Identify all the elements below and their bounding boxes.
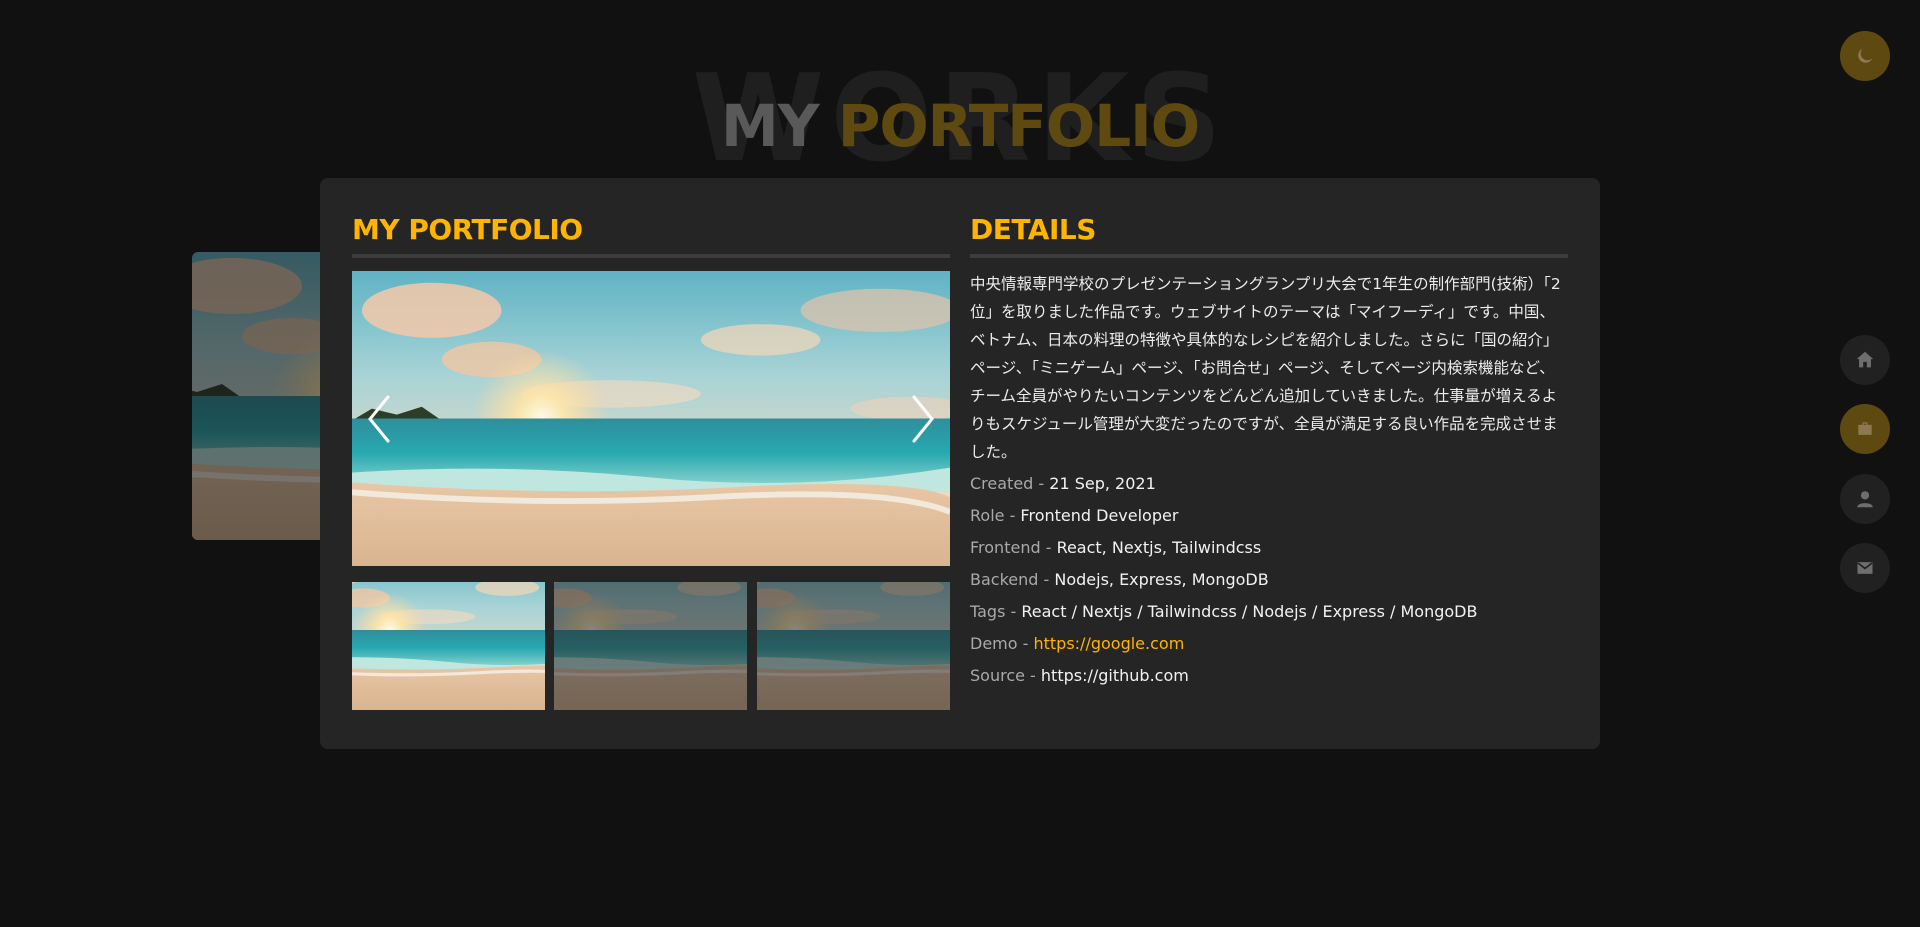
detail-label: Created - [970, 474, 1050, 493]
page-title-portfolio: PORTFOLIO [837, 92, 1200, 160]
slider-thumbnail-1[interactable] [352, 582, 545, 710]
thumbnail-image [554, 582, 747, 710]
right-title-divider [970, 254, 1568, 258]
portfolio-modal: MY PORTFOLIO DETAILS 中央情報専門学校のプレゼンテーショング… [320, 178, 1600, 749]
demo-link[interactable]: https://google.com [1033, 634, 1184, 653]
beach-photo [352, 271, 950, 566]
detail-value: Nodejs, Express, MongoDB [1054, 570, 1269, 589]
nav-portfolio-button[interactable] [1840, 404, 1890, 454]
mail-icon [1857, 562, 1873, 574]
theme-toggle-button[interactable] [1840, 31, 1890, 81]
home-icon [1856, 351, 1874, 368]
chevron-left-icon [368, 395, 390, 443]
nav-contact-button[interactable] [1840, 543, 1890, 593]
detail-backend: Backend - Nodejs, Express, MongoDB [970, 564, 1570, 596]
section-header: WORKS MY PORTFOLIO [0, 60, 1920, 180]
slider-thumbnail-3[interactable] [757, 582, 950, 710]
detail-tags: Tags - React / Nextjs / Tailwindcss / No… [970, 596, 1570, 628]
slider-prev-button[interactable] [360, 389, 400, 449]
previous-slide-image [192, 252, 332, 540]
modal-left-title: MY PORTFOLIO [352, 213, 583, 246]
detail-label: Role - [970, 506, 1021, 525]
source-link[interactable]: https://github.com [1041, 666, 1189, 685]
nav-home-button[interactable] [1840, 335, 1890, 385]
detail-source: Source - https://github.com [970, 660, 1570, 692]
detail-role: Role - Frontend Developer [970, 500, 1570, 532]
detail-value: React, Nextjs, Tailwindcss [1056, 538, 1262, 557]
detail-label: Source - [970, 666, 1041, 685]
detail-label: Frontend - [970, 538, 1057, 557]
page-title: MY PORTFOLIO [0, 97, 1920, 155]
detail-value: Frontend Developer [1020, 506, 1179, 525]
detail-value: 21 Sep, 2021 [1049, 474, 1156, 493]
slider-thumbnail-2[interactable] [554, 582, 747, 710]
project-description: 中央情報専門学校のプレゼンテーショングランプリ大会で1年生の制作部門(技術）「2… [970, 275, 1561, 461]
slider-main-image [352, 271, 950, 566]
detail-created: Created - 21 Sep, 2021 [970, 468, 1570, 500]
left-title-divider [352, 254, 950, 258]
chevron-right-icon [912, 395, 934, 443]
detail-label: Backend - [970, 570, 1055, 589]
previous-slide-preview[interactable] [192, 252, 332, 540]
briefcase-icon [1858, 422, 1872, 435]
detail-frontend: Frontend - React, Nextjs, Tailwindcss [970, 532, 1570, 564]
page-title-my: MY [720, 92, 820, 160]
detail-label: Tags - [970, 602, 1022, 621]
project-details: Created - 21 Sep, 2021 Role - Frontend D… [970, 468, 1570, 692]
moon-icon [1858, 48, 1873, 63]
nav-about-button[interactable] [1840, 474, 1890, 524]
detail-label: Demo - [970, 634, 1034, 653]
slider-next-button[interactable] [902, 389, 942, 449]
user-icon [1857, 491, 1873, 508]
thumbnail-image [757, 582, 950, 710]
detail-demo: Demo - https://google.com [970, 628, 1570, 660]
modal-right-title: DETAILS [970, 213, 1096, 246]
detail-value: React / Nextjs / Tailwindcss / Nodejs / … [1021, 602, 1478, 621]
thumbnail-image [352, 582, 545, 710]
